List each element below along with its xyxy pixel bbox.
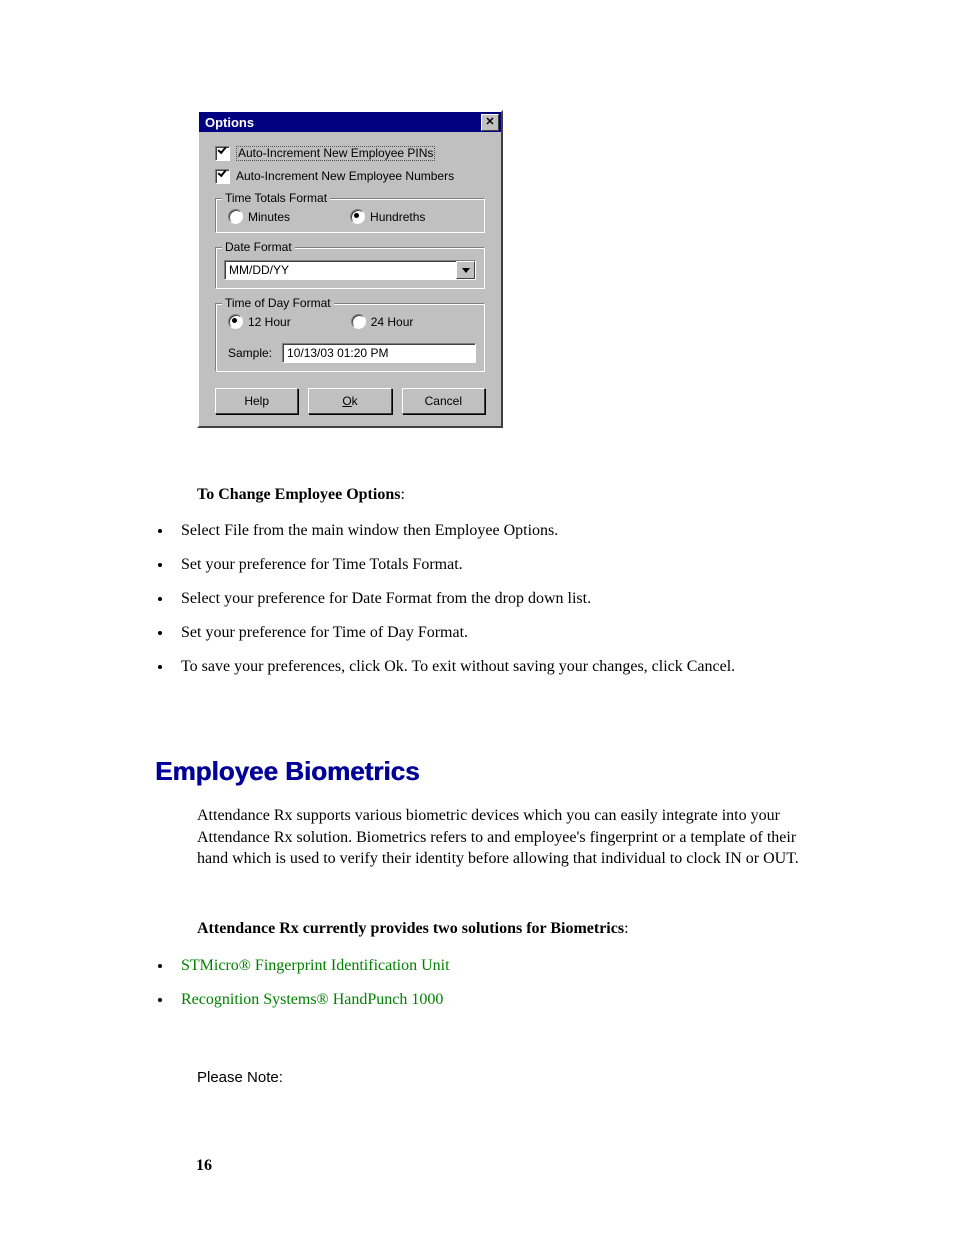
radio-icon (228, 314, 243, 329)
radio-icon (228, 209, 243, 224)
combo-value: MM/DD/YY (225, 261, 456, 279)
link-stmicro[interactable]: STMicro® Fingerprint Identification Unit (181, 957, 450, 974)
radio-label: Hundreths (370, 210, 425, 224)
radio-icon (350, 209, 365, 224)
radio-label: 24 Hour (371, 315, 414, 329)
list-item: Select your preference for Date Format f… (173, 590, 804, 608)
please-note: Please Note: (197, 1069, 804, 1086)
date-format-group: Date Format MM/DD/YY (215, 247, 485, 289)
date-format-combo[interactable]: MM/DD/YY (224, 260, 476, 280)
chevron-down-icon (462, 268, 470, 273)
close-icon: ✕ (485, 117, 494, 128)
instructions-heading: To Change Employee Options: (197, 486, 804, 504)
time-of-day-format-group: Time of Day Format 12 Hour 24 Hour Sampl… (215, 303, 485, 372)
list-item: Set your preference for Time of Day Form… (173, 624, 804, 642)
time-totals-format-group: Time Totals Format Minutes Hundreths (215, 198, 485, 233)
help-button[interactable]: Help (215, 388, 298, 414)
section-paragraph: Attendance Rx supports various biometric… (197, 805, 804, 870)
list-item: Recognition Systems® HandPunch 1000 (173, 991, 804, 1009)
combo-dropdown-button[interactable] (456, 261, 475, 279)
ok-button[interactable]: Ok (308, 388, 391, 414)
titlebar: Options ✕ (199, 112, 501, 132)
instructions-list: Select File from the main window then Em… (173, 522, 804, 676)
link-handpunch[interactable]: Recognition Systems® HandPunch 1000 (181, 991, 443, 1008)
solutions-heading: Attendance Rx currently provides two sol… (197, 918, 804, 940)
radio-hundreths[interactable]: Hundreths (350, 209, 425, 224)
page-number: 16 (196, 1157, 212, 1175)
section-heading: Employee Biometrics (155, 756, 804, 787)
group-legend: Date Format (222, 240, 295, 254)
list-item: STMicro® Fingerprint Identification Unit (173, 957, 804, 975)
dialog-body: Auto-Increment New Employee PINs Auto-In… (199, 132, 501, 426)
solutions-list: STMicro® Fingerprint Identification Unit… (173, 957, 804, 1009)
group-legend: Time of Day Format (222, 296, 334, 310)
radio-icon (351, 314, 366, 329)
sample-value-field: 10/13/03 01:20 PM (282, 343, 476, 363)
list-item: Set your preference for Time Totals Form… (173, 556, 804, 574)
radio-minutes[interactable]: Minutes (228, 209, 290, 224)
radio-label: Minutes (248, 210, 290, 224)
radio-label: 12 Hour (248, 315, 291, 329)
dialog-title: Options (205, 115, 254, 130)
checkbox-icon (215, 169, 230, 184)
checkbox-auto-increment-pins[interactable]: Auto-Increment New Employee PINs (215, 146, 485, 161)
sample-label: Sample: (228, 346, 272, 360)
checkbox-label: Auto-Increment New Employee PINs (236, 146, 435, 161)
cancel-button[interactable]: Cancel (402, 388, 485, 414)
checkbox-icon (215, 146, 230, 161)
radio-24-hour[interactable]: 24 Hour (351, 314, 414, 329)
checkbox-auto-increment-numbers[interactable]: Auto-Increment New Employee Numbers (215, 169, 485, 184)
list-item: To save your preferences, click Ok. To e… (173, 658, 804, 676)
group-legend: Time Totals Format (222, 191, 330, 205)
radio-12-hour[interactable]: 12 Hour (228, 314, 291, 329)
options-dialog: Options ✕ Auto-Increment New Employee PI… (197, 110, 503, 428)
list-item: Select File from the main window then Em… (173, 522, 804, 540)
checkbox-label: Auto-Increment New Employee Numbers (236, 170, 454, 183)
close-button[interactable]: ✕ (481, 114, 499, 131)
